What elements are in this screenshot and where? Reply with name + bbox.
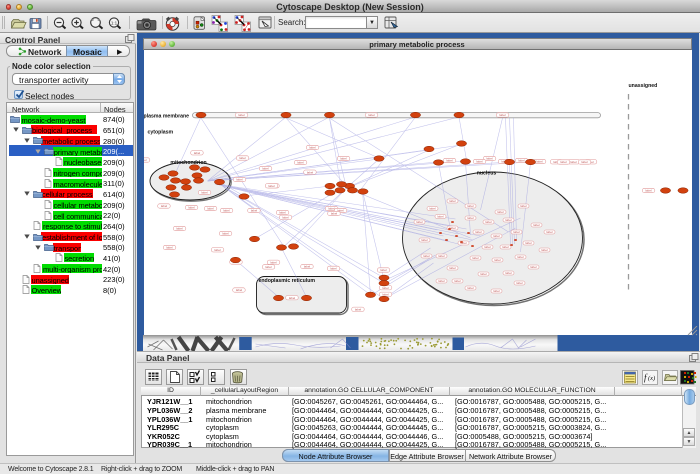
svg-text:label: label [235, 288, 242, 292]
svg-text:label: label [449, 199, 456, 203]
svg-text:label: label [438, 279, 445, 283]
svg-text:label: label [437, 215, 444, 219]
svg-text:label: label [270, 261, 277, 265]
svg-text:label: label [223, 209, 230, 213]
svg-text:label: label [238, 113, 245, 117]
svg-text:label: label [160, 204, 167, 208]
svg-text:label: label [560, 160, 567, 164]
svg-text:label: label [525, 241, 532, 245]
svg-text:label: label [279, 211, 286, 215]
svg-text:1:1: 1:1 [111, 21, 118, 26]
svg-text:label: label [144, 158, 147, 162]
svg-text:label: label [502, 245, 509, 249]
svg-text:label: label [520, 204, 527, 208]
svg-text:label: label [380, 268, 387, 272]
svg-text:label: label [265, 265, 272, 269]
svg-text:label: label [530, 265, 537, 269]
svg-text:label: label [250, 209, 257, 213]
svg-text:label: label [645, 189, 652, 193]
svg-text:plasma membrane: plasma membrane [144, 114, 189, 120]
svg-text:label: label [340, 157, 347, 161]
svg-text:label: label [486, 157, 493, 161]
svg-text:mitochondrion: mitochondrion [170, 160, 206, 166]
svg-text:label: label [454, 279, 461, 283]
svg-text:label: label [306, 170, 313, 174]
svg-text:label: label [201, 191, 208, 195]
svg-text:label: label [368, 113, 375, 117]
svg-text:label: label [421, 238, 428, 242]
svg-text:label: label [467, 286, 474, 290]
svg-text:label: label [303, 265, 310, 269]
svg-text:label: label [476, 160, 483, 164]
svg-text:label: label [438, 254, 445, 258]
svg-text:label: label [176, 227, 183, 231]
svg-text:label: label [505, 271, 512, 275]
svg-text:label: label [493, 289, 500, 293]
svg-text:label: label [518, 159, 525, 163]
svg-text:label: label [188, 206, 195, 210]
svg-text:label: label [268, 184, 275, 188]
svg-text:label: label [449, 266, 456, 270]
svg-text:label: label [423, 254, 430, 258]
svg-text:label: label [472, 256, 479, 260]
svg-text:label: label [330, 267, 337, 271]
svg-text:label: label [239, 156, 246, 160]
svg-text:label: label [480, 272, 487, 276]
svg-text:label: label [446, 159, 453, 163]
svg-text:label: label [328, 207, 335, 211]
svg-text:label: label [516, 281, 523, 285]
svg-text:label: label [354, 308, 361, 312]
svg-text:label: label [499, 113, 506, 117]
svg-text:label: label [282, 216, 289, 220]
svg-text:label: label [541, 248, 548, 252]
svg-text:label: label [536, 160, 543, 164]
svg-text:label: label [467, 204, 474, 208]
svg-text:label: label [505, 218, 512, 222]
svg-text:label: label [497, 210, 504, 214]
svg-text:label: label [485, 220, 492, 224]
svg-text:label: label [309, 146, 316, 150]
svg-text:label: label [513, 230, 520, 234]
svg-text:label: label [214, 248, 221, 252]
svg-text:label: label [193, 151, 200, 155]
svg-text:label: label [222, 232, 229, 236]
svg-text:label: label [581, 160, 588, 164]
svg-text:label: label [517, 255, 524, 259]
svg-text:label: label [382, 286, 389, 290]
svg-text:label: label [236, 178, 243, 182]
svg-text:label: label [416, 220, 423, 224]
svg-text:label: label [494, 258, 501, 262]
svg-text:label: label [546, 230, 553, 234]
svg-text:label: label [288, 296, 295, 300]
svg-text:label: label [429, 207, 436, 211]
svg-text:endoplasmic reticulum: endoplasmic reticulum [258, 278, 315, 284]
svg-text:label: label [484, 245, 491, 249]
svg-text:nucleus: nucleus [476, 171, 496, 177]
svg-text:label: label [570, 160, 577, 164]
svg-text:label: label [207, 207, 214, 211]
svg-text:cytoplasm: cytoplasm [147, 130, 173, 136]
svg-text:label: label [330, 212, 337, 216]
svg-text:label: label [475, 230, 482, 234]
svg-text:label: label [467, 216, 474, 220]
svg-text:unassigned: unassigned [628, 83, 657, 89]
svg-text:label: label [297, 161, 304, 165]
svg-text:label: label [166, 246, 173, 250]
svg-text:label: label [533, 223, 540, 227]
svg-text:label: label [382, 293, 389, 297]
svg-text:(x): (x) [648, 375, 655, 382]
svg-text:label: label [493, 234, 500, 238]
svg-text:label: label [262, 167, 269, 171]
